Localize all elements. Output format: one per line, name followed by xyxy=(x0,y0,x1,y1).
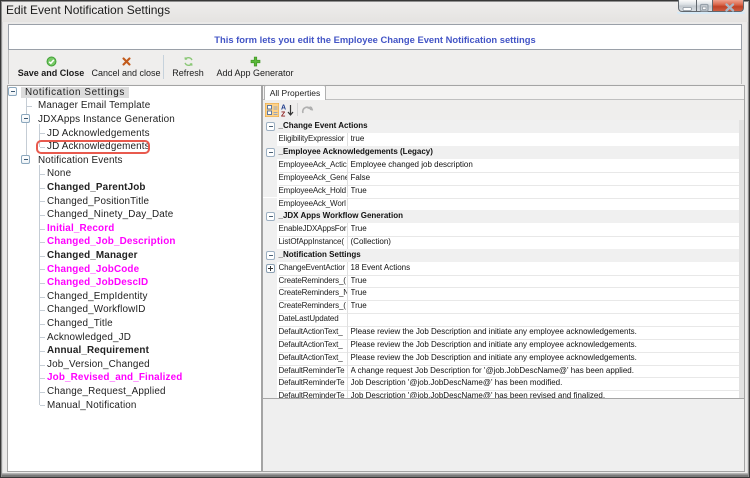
svg-text:A: A xyxy=(281,105,286,112)
svg-text:Z: Z xyxy=(281,112,286,118)
